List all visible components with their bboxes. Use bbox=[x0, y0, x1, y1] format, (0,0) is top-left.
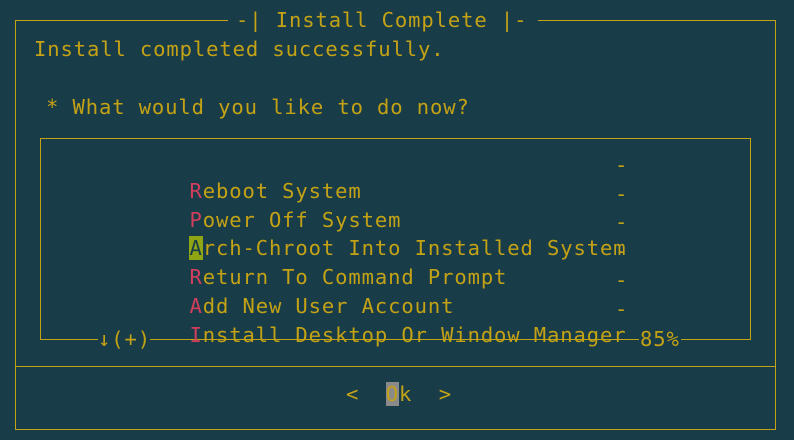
scroll-indicator[interactable]: ↓(+) bbox=[98, 327, 151, 351]
menu-item-suffix: - bbox=[615, 239, 629, 263]
menu-item-suffix: - bbox=[615, 268, 629, 292]
status-message: Install completed successfully. bbox=[34, 37, 445, 61]
menu-item-return-to-prompt[interactable]: Return To Command Prompt - bbox=[163, 238, 627, 289]
menu-item-power-off-system[interactable]: Power Off System - bbox=[163, 181, 627, 232]
prompt-question: * What would you like to do now? bbox=[46, 95, 470, 119]
menu-item-arch-chroot[interactable]: Arch-Chroot Into Installed System - bbox=[163, 209, 629, 260]
ok-button-label: k bbox=[398, 382, 413, 406]
menu-item-suffix: - bbox=[615, 297, 629, 321]
menu-item-hotkey: I bbox=[189, 323, 203, 347]
button-row: < Ok > bbox=[346, 381, 452, 407]
menu-item-reboot-system[interactable]: Reboot System - bbox=[163, 152, 627, 203]
right-arrow-icon[interactable]: > bbox=[439, 382, 452, 406]
ok-button[interactable]: Ok bbox=[385, 382, 413, 406]
menu-item-install-desktop[interactable]: Install Desktop Or Window Manager - bbox=[163, 296, 629, 347]
button-separator bbox=[15, 366, 776, 367]
menu-bottom-border bbox=[681, 339, 751, 340]
ok-button-hotkey: O bbox=[385, 382, 399, 406]
dialog-top-border-left bbox=[15, 20, 228, 21]
left-arrow-icon[interactable]: < bbox=[346, 382, 359, 406]
menu-item-suffix: - bbox=[615, 153, 629, 177]
menu-bottom-border bbox=[40, 339, 98, 340]
menu-item-suffix: - bbox=[615, 182, 629, 206]
menu-item-suffix: - bbox=[615, 210, 629, 234]
scroll-percent: 85% bbox=[640, 327, 680, 351]
menu-item-label: nstall Desktop Or Window Manager bbox=[202, 323, 627, 347]
dialog-top-border-right bbox=[538, 20, 776, 21]
menu-item-add-user-account[interactable]: Add New User Account - bbox=[163, 267, 627, 318]
dialog-title: -| Install Complete |- bbox=[236, 8, 528, 32]
